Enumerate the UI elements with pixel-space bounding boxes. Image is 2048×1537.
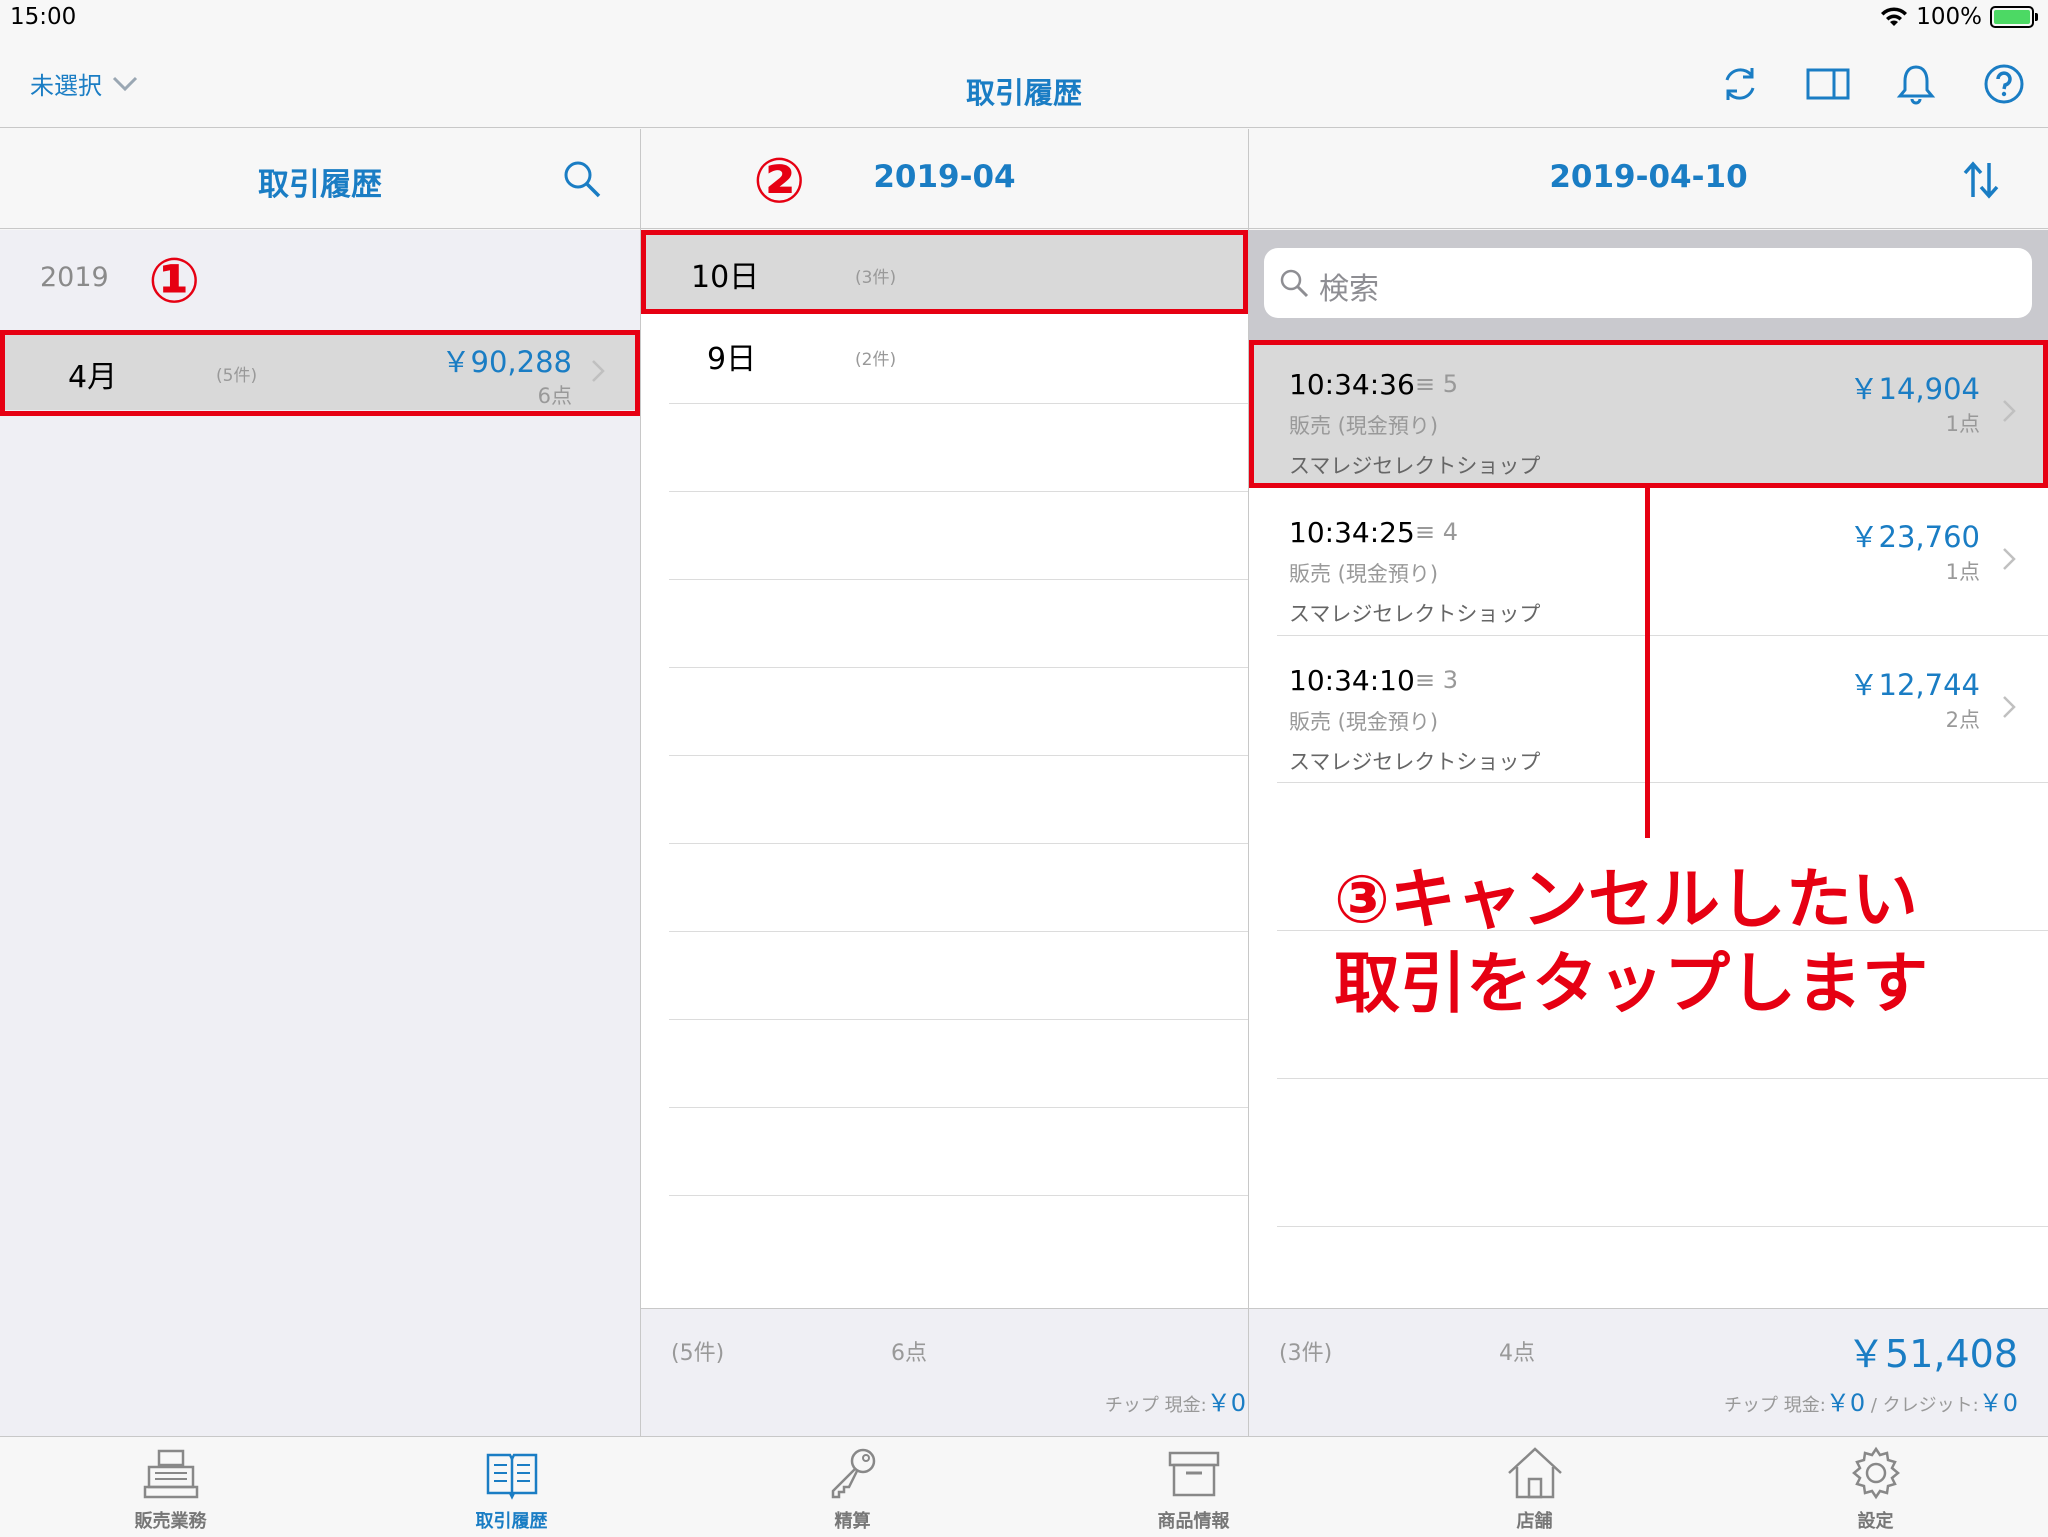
tip-credit: ￥0	[1978, 1389, 2018, 1417]
tip-cash: ￥0	[1825, 1389, 1866, 1417]
bell-icon[interactable]	[1894, 62, 1938, 106]
status-indicators: 100%	[1880, 4, 2038, 30]
txn-type: 販売 (現金預り)	[1289, 710, 1439, 734]
gear-icon	[1851, 1446, 1900, 1500]
tip-label: チップ 現金:	[1104, 1395, 1207, 1416]
day-row[interactable]: 9日 (2件)	[641, 312, 1248, 394]
pane2-title: 2019-04	[873, 159, 1016, 195]
footer-points: 4点	[1499, 1341, 1535, 1366]
annotation-three-line1: ③キャンセルしたい	[1334, 861, 1918, 938]
pane1-header: 取引履歴	[0, 129, 640, 229]
tab-label: 商品情報	[1157, 1511, 1230, 1532]
status-bar: 15:00 100%	[0, 0, 2048, 40]
highlight-box-transaction	[1249, 340, 2048, 488]
tab-store[interactable]: 店舗	[1364, 1437, 1705, 1537]
txn-points: 1点	[1945, 560, 1980, 584]
status-time: 15:00	[10, 4, 77, 30]
search-icon[interactable]	[562, 159, 602, 199]
tip-amount: ￥0	[1206, 1389, 1246, 1417]
day-label: 9日	[707, 342, 757, 377]
credit-label: クレジット:	[1882, 1395, 1979, 1416]
highlight-box-month	[0, 330, 640, 416]
book-icon	[486, 1453, 537, 1500]
txn-amount: ￥23,760	[1849, 520, 1980, 554]
tab-history[interactable]: 取引履歴	[341, 1437, 682, 1537]
pane2-header: 2019-04	[641, 129, 1248, 229]
house-icon	[1507, 1447, 1562, 1499]
txn-time: 10:34:10	[1289, 664, 1415, 697]
day-count: (2件)	[855, 350, 897, 370]
key-icon	[831, 1448, 875, 1499]
callout-line	[1645, 488, 1650, 838]
txn-shop: スマレジセレクトショップ	[1289, 750, 1541, 774]
footer-count: (5件)	[671, 1341, 725, 1366]
annotation-two: ②	[753, 144, 806, 217]
tip-separator: /	[1865, 1395, 1883, 1416]
nav-bar: 未選択 取引履歴	[0, 40, 2048, 128]
footer-points: 6点	[891, 1341, 927, 1366]
txn-points: 2点	[1945, 708, 1980, 732]
chevron-right-icon	[2003, 548, 2016, 570]
tab-settings[interactable]: 設定	[1705, 1437, 2046, 1537]
tip-label: チップ 現金:	[1724, 1395, 1826, 1416]
txn-shop: スマレジセレクトショップ	[1289, 602, 1541, 626]
annotation-one: ①	[148, 244, 201, 317]
battery-percent: 100%	[1916, 4, 1982, 30]
txn-seq: ≡ 3	[1415, 666, 1459, 694]
annotation-three: ③キャンセルしたい 取引をタップします	[1334, 858, 1928, 1026]
pane3-footer: (3件) 4点 ￥51,408 チップ 現金:￥0 / クレジット:￥0	[1249, 1308, 2048, 1436]
tab-label: 精算	[834, 1511, 871, 1532]
footer-tip: チップ 現金:￥0 / クレジット:￥0	[1724, 1383, 2018, 1418]
txn-amount: ￥12,744	[1849, 668, 1980, 702]
search-input[interactable]: 検索	[1264, 248, 2032, 318]
tab-label: 販売業務	[134, 1511, 207, 1532]
search-icon	[1280, 269, 1309, 298]
txn-type: 販売 (現金預り)	[1289, 562, 1439, 586]
search-placeholder: 検索	[1319, 272, 1379, 307]
tab-label: 取引履歴	[475, 1511, 548, 1532]
footer-total: ￥51,408	[1847, 1332, 2018, 1376]
split-view-icon[interactable]	[1806, 62, 1850, 106]
sort-icon[interactable]	[1961, 159, 2001, 201]
pane1-title: 取引履歴	[258, 167, 382, 203]
tab-label: 店舗	[1516, 1511, 1553, 1532]
help-icon[interactable]	[1982, 62, 2026, 106]
chevron-right-icon	[2003, 696, 2016, 718]
txn-time: 10:34:25	[1289, 516, 1415, 549]
pane3-title: 2019-04-10	[1549, 159, 1748, 195]
highlight-box-day	[641, 230, 1248, 314]
register-icon	[143, 1449, 198, 1499]
refresh-icon[interactable]	[1718, 62, 1762, 106]
battery-icon	[1990, 6, 2038, 28]
pane3-header: 2019-04-10	[1249, 129, 2048, 229]
footer-tip: チップ 現金:￥0	[1105, 1383, 1246, 1418]
search-bar: 検索	[1249, 230, 2048, 340]
tab-products[interactable]: 商品情報	[1023, 1437, 1364, 1537]
year-label: 2019	[40, 262, 109, 293]
wifi-icon	[1881, 7, 1908, 26]
footer-count: (3件)	[1279, 1341, 1333, 1366]
txn-seq: ≡ 4	[1415, 518, 1459, 546]
tab-bar: 販売業務 取引履歴 精算 商品情報 店舗 設定	[0, 1436, 2048, 1536]
annotation-three-line2: 取引をタップします	[1334, 945, 1928, 1022]
tab-label: 設定	[1857, 1511, 1894, 1532]
box-icon	[1168, 1451, 1219, 1497]
tab-settlement[interactable]: 精算	[682, 1437, 1023, 1537]
tab-sales[interactable]: 販売業務	[0, 1437, 341, 1537]
pane2-body: 10日 (3件) 9日 (2件)	[641, 230, 1248, 1308]
pane2-footer: (5件) 6点 チップ 現金:￥0	[641, 1308, 1248, 1436]
